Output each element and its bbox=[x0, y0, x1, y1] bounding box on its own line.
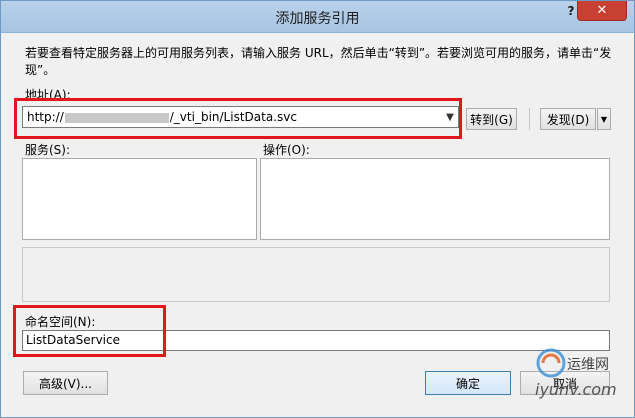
discover-button[interactable]: 发现(D) bbox=[540, 108, 596, 130]
operations-label: 操作(O): bbox=[263, 143, 310, 157]
address-label: 地址(A): bbox=[25, 88, 71, 102]
status-area bbox=[22, 247, 610, 302]
go-button[interactable]: 转到(G) bbox=[466, 108, 517, 130]
cancel-button[interactable]: 取消 bbox=[520, 371, 610, 395]
window-title: 添加服务引用 bbox=[275, 11, 360, 27]
operations-list[interactable] bbox=[260, 158, 610, 240]
chevron-down-icon[interactable]: ▼ bbox=[442, 112, 458, 123]
namespace-input[interactable]: ListDataService bbox=[22, 330, 610, 351]
toolbar-separator bbox=[529, 108, 530, 130]
title-bar[interactable]: 添加服务引用 ? ✕ bbox=[1, 1, 634, 33]
address-value: http:///_vti_bin/ListData.svc bbox=[27, 110, 297, 124]
ok-button[interactable]: 确定 bbox=[425, 371, 511, 395]
close-button[interactable]: ✕ bbox=[577, 1, 627, 21]
address-combobox[interactable]: http:///_vti_bin/ListData.svc ▼ bbox=[22, 106, 459, 128]
dialog-window: 添加服务引用 ? ✕ 若要查看特定服务器上的可用服务列表，请输入服务 URL，然… bbox=[0, 0, 635, 418]
discover-dropdown-icon[interactable]: ▼ bbox=[597, 108, 611, 130]
services-label: 服务(S): bbox=[25, 143, 71, 157]
instructions-text: 若要查看特定服务器上的可用服务列表，请输入服务 URL，然后单击“转到”。若要浏… bbox=[25, 46, 612, 77]
redacted-host bbox=[64, 112, 169, 123]
services-tree[interactable] bbox=[22, 158, 257, 240]
advanced-button[interactable]: 高级(V)... bbox=[23, 371, 108, 395]
dialog-body: 若要查看特定服务器上的可用服务列表，请输入服务 URL，然后单击“转到”。若要浏… bbox=[1, 33, 634, 417]
namespace-label: 命名空间(N): bbox=[25, 315, 96, 329]
